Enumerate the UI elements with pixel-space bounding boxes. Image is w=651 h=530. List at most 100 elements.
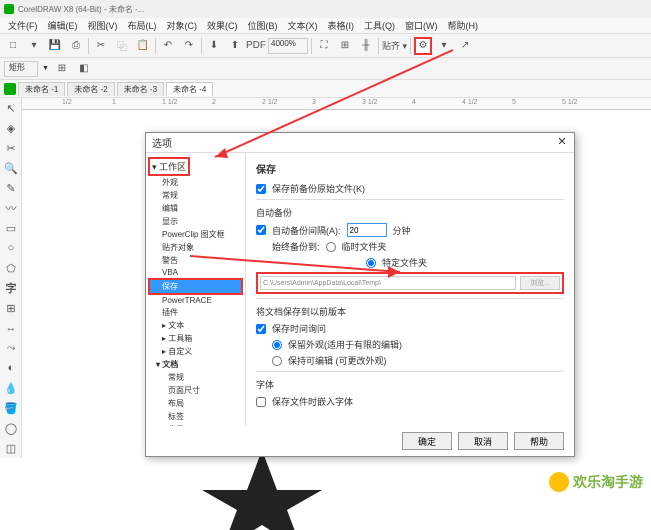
tree-document-root[interactable]: ▾ 文档	[148, 358, 243, 371]
tree-item[interactable]: PowerClip 图文框	[148, 228, 243, 241]
embed-fonts-checkbox[interactable]	[256, 397, 266, 407]
copy-icon[interactable]: ⿻	[113, 37, 131, 55]
doc-tab[interactable]: 未命名 -3	[117, 82, 164, 96]
guides-icon[interactable]: ╫	[357, 37, 375, 55]
cut-icon[interactable]: ✂	[92, 37, 110, 55]
shape-selector[interactable]: 矩形	[4, 61, 38, 77]
doc-tab[interactable]: 未命名 -1	[18, 82, 65, 96]
dimension-tool-icon[interactable]: ↔	[0, 318, 22, 338]
tree-item[interactable]: 常规	[148, 189, 243, 202]
zoom-combo[interactable]: 4000%	[268, 38, 308, 54]
tree-item[interactable]: 常规	[148, 371, 243, 384]
tree-item-save-selected[interactable]: 保存	[148, 278, 243, 295]
rectangle-tool-icon[interactable]: ▭	[0, 218, 22, 238]
menu-table[interactable]: 表格(I)	[324, 18, 359, 33]
eyedropper-tool-icon[interactable]: 💧	[0, 378, 22, 398]
connector-tool-icon[interactable]: ⤳	[0, 338, 22, 358]
help-button[interactable]: 帮助	[514, 432, 564, 450]
menu-effects[interactable]: 效果(C)	[203, 18, 242, 33]
tree-item[interactable]: VBA	[148, 267, 243, 278]
tree-item[interactable]: 贴齐对象	[148, 241, 243, 254]
dropdown-arrow-icon[interactable]: ▼	[42, 65, 49, 72]
menu-object[interactable]: 对象(C)	[163, 18, 202, 33]
keep-time-checkbox[interactable]	[256, 324, 266, 334]
menu-text[interactable]: 文本(X)	[284, 18, 322, 33]
browse-button[interactable]: 浏览...	[520, 276, 560, 290]
table-tool-icon[interactable]: ⊞	[0, 298, 22, 318]
ellipse-tool-icon[interactable]: ○	[0, 238, 22, 258]
doc-tab[interactable]: 未命名 -2	[67, 82, 114, 96]
backup-before-checkbox[interactable]	[256, 184, 266, 194]
save-icon[interactable]: 💾	[46, 37, 64, 55]
tree-item[interactable]: 显示	[148, 215, 243, 228]
menu-file[interactable]: 文件(F)	[4, 18, 42, 33]
prop-icon[interactable]: ⊞	[53, 60, 71, 78]
section-label: 自动备份	[256, 206, 564, 219]
interval-input[interactable]	[347, 223, 387, 237]
export-icon[interactable]: ⬆	[226, 37, 244, 55]
tree-item[interactable]: 标签	[148, 410, 243, 423]
menu-view[interactable]: 视图(V)	[84, 18, 122, 33]
import-icon[interactable]: ⬇	[205, 37, 223, 55]
open-icon[interactable]: ▾	[25, 37, 43, 55]
temp-folder-radio[interactable]	[326, 242, 336, 252]
effects-tool-icon[interactable]: ◐	[0, 358, 22, 378]
tree-item[interactable]: 背景	[148, 423, 243, 426]
fill-tool-icon[interactable]: 🪣	[0, 398, 22, 418]
close-icon[interactable]: ✕	[554, 135, 570, 151]
print-icon[interactable]: ⎙	[67, 37, 85, 55]
tree-item[interactable]: ▸ 文本	[148, 319, 243, 332]
specific-folder-radio[interactable]	[366, 258, 376, 268]
paste-icon[interactable]: 📋	[134, 37, 152, 55]
redo-icon[interactable]: ↷	[180, 37, 198, 55]
dropdown-icon[interactable]: ▾	[435, 37, 453, 55]
tree-item[interactable]: 警告	[148, 254, 243, 267]
options-tree[interactable]: ▾ 工作区 外观 常规 编辑 显示 PowerClip 图文框 贴齐对象 警告 …	[146, 153, 246, 426]
tree-item[interactable]: 插件	[148, 306, 243, 319]
grid-icon[interactable]: ⊞	[336, 37, 354, 55]
document-tabs: 未命名 -1 未命名 -2 未命名 -3 未命名 -4	[0, 80, 651, 98]
text-tool-icon[interactable]: 字	[0, 278, 22, 298]
prop-icon[interactable]: ◧	[75, 60, 93, 78]
watermark-text: 欢乐淘手游	[573, 472, 643, 492]
ok-button[interactable]: 确定	[402, 432, 452, 450]
fullscreen-icon[interactable]: ⛶	[315, 37, 333, 55]
menu-tools[interactable]: 工具(Q)	[360, 18, 399, 33]
polygon-tool-icon[interactable]: ⬠	[0, 258, 22, 278]
menu-layout[interactable]: 布局(L)	[124, 18, 161, 33]
auto-backup-checkbox[interactable]	[256, 225, 266, 235]
menu-edit[interactable]: 编辑(E)	[44, 18, 82, 33]
options-gear-icon[interactable]: ⚙	[414, 37, 432, 55]
zoom-tool-icon[interactable]: 🔍	[0, 158, 22, 178]
transparency-tool-icon[interactable]: ◫	[0, 438, 22, 458]
backup-path-input[interactable]	[260, 276, 516, 290]
snap-dropdown[interactable]: 贴齐 ▾	[382, 37, 407, 55]
cancel-button[interactable]: 取消	[458, 432, 508, 450]
pick-tool-icon[interactable]: ↖	[0, 98, 22, 118]
shape-tool-icon[interactable]: ◈	[0, 118, 22, 138]
menu-help[interactable]: 帮助(H)	[444, 18, 483, 33]
tree-item[interactable]: 页面尺寸	[148, 384, 243, 397]
pdf-icon[interactable]: PDF	[247, 37, 265, 55]
keep-editable-radio[interactable]	[272, 356, 282, 366]
tree-item[interactable]: 布局	[148, 397, 243, 410]
menu-window[interactable]: 窗口(W)	[401, 18, 442, 33]
menu-bitmap[interactable]: 位图(B)	[244, 18, 282, 33]
app-logo	[4, 4, 14, 14]
launch-icon[interactable]: ↗	[456, 37, 474, 55]
artistic-tool-icon[interactable]: 〰	[0, 198, 22, 218]
welcome-tab-icon[interactable]	[4, 83, 16, 95]
tree-item[interactable]: 外观	[148, 176, 243, 189]
backup-to-label: 始终备份到:	[272, 240, 320, 253]
tree-item[interactable]: ▸ 自定义	[148, 345, 243, 358]
crop-tool-icon[interactable]: ✂	[0, 138, 22, 158]
tree-item[interactable]: PowerTRACE	[148, 295, 243, 306]
new-icon[interactable]: □	[4, 37, 22, 55]
keep-appearance-radio[interactable]	[272, 340, 282, 350]
undo-icon[interactable]: ↶	[159, 37, 177, 55]
outline-tool-icon[interactable]: ◯	[0, 418, 22, 438]
tree-item[interactable]: 编辑	[148, 202, 243, 215]
doc-tab-active[interactable]: 未命名 -4	[166, 82, 213, 96]
tree-item[interactable]: ▸ 工具箱	[148, 332, 243, 345]
freehand-tool-icon[interactable]: ✎	[0, 178, 22, 198]
